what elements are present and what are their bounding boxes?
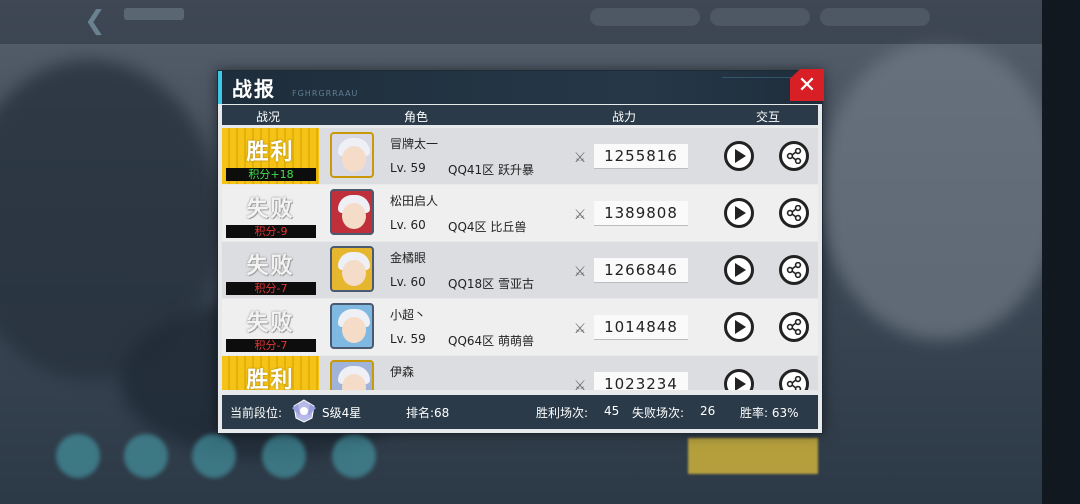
- player-level: Lv. 59: [390, 332, 426, 346]
- score-change: 积分+18: [226, 168, 316, 181]
- power-value: 1014848: [594, 315, 688, 340]
- score-change: 积分-7: [226, 339, 316, 352]
- col-interact: 交互: [756, 110, 781, 124]
- player-level: Lv. 59: [390, 161, 426, 175]
- power-value: 1266846: [594, 258, 688, 283]
- avatar[interactable]: [330, 132, 374, 178]
- avatar[interactable]: [330, 189, 374, 235]
- dialog-title: 战报: [232, 77, 276, 101]
- play-icon: [735, 320, 746, 334]
- rank-badge-icon: [292, 399, 316, 423]
- player-name: 小超丶: [390, 308, 427, 322]
- power-value: 1255816: [594, 144, 688, 169]
- title-decoration: FGHRGRRAAU: [292, 89, 359, 98]
- result-cell: 失败 积分-7: [222, 299, 319, 355]
- player-server: QQ4区 比丘兽: [448, 220, 527, 234]
- player-name: 伊森: [390, 365, 415, 379]
- crossed-swords-icon: ⚔: [573, 264, 587, 280]
- replay-button[interactable]: [724, 198, 754, 228]
- rank-value: S级4星: [322, 406, 362, 420]
- avatar[interactable]: [330, 303, 374, 349]
- share-button[interactable]: [779, 369, 809, 390]
- avatar[interactable]: [330, 360, 374, 390]
- share-button[interactable]: [779, 312, 809, 342]
- winrate: 胜率: 63%: [740, 406, 799, 420]
- result-text: 失败: [246, 311, 295, 336]
- replay-button[interactable]: [724, 312, 754, 342]
- crossed-swords-icon: ⚔: [573, 321, 587, 337]
- result-text: 失败: [246, 254, 295, 279]
- col-role: 角色: [404, 110, 429, 124]
- power-value: 1023234: [594, 372, 688, 390]
- column-header: 战况 角色 战力 交互: [222, 105, 818, 125]
- result-cell: 胜利: [222, 356, 319, 390]
- result-cell: 失败 积分-7: [222, 242, 319, 298]
- play-icon: [735, 149, 746, 163]
- score-change: 积分-9: [226, 225, 316, 238]
- result-cell: 胜利 积分+18: [222, 128, 319, 184]
- crossed-swords-icon: ⚔: [573, 378, 587, 390]
- losses-label: 失败场次:: [632, 406, 685, 420]
- battle-row: 胜利 伊森 ⚔ 1023234: [222, 356, 818, 390]
- wins-label: 胜利场次:: [536, 406, 589, 420]
- share-icon: [786, 205, 802, 221]
- battle-row: 胜利 积分+18 冒牌太一 Lv. 59 QQ41区 跃升暴 ⚔ 1255816: [222, 128, 818, 184]
- col-status: 战况: [256, 110, 281, 124]
- share-button[interactable]: [779, 198, 809, 228]
- battle-row: 失败 积分-7 小超丶 Lv. 59 QQ64区 萌萌兽 ⚔ 1014848: [222, 299, 818, 355]
- result-text: 胜利: [246, 140, 295, 165]
- crossed-swords-icon: ⚔: [573, 150, 587, 166]
- rank-label: 当前段位:: [230, 406, 283, 420]
- power-value: 1389808: [594, 201, 688, 226]
- share-button[interactable]: [779, 255, 809, 285]
- replay-button[interactable]: [724, 369, 754, 390]
- share-button[interactable]: [779, 141, 809, 171]
- battle-row: 失败 积分-9 松田启人 Lv. 60 QQ4区 比丘兽 ⚔ 1389808: [222, 185, 818, 241]
- col-power: 战力: [612, 110, 637, 124]
- battle-list[interactable]: 胜利 积分+18 冒牌太一 Lv. 59 QQ41区 跃升暴 ⚔ 1255816…: [222, 128, 818, 390]
- player-level: Lv. 60: [390, 275, 426, 289]
- position: 排名:68: [406, 406, 450, 420]
- result-cell: 失败 积分-9: [222, 185, 319, 241]
- battle-report-dialog: 战报 FGHRGRRAAU ✕ 战况 角色 战力 交互 胜利 积分+18 冒牌太…: [217, 69, 824, 434]
- play-icon: [735, 263, 746, 277]
- share-icon: [786, 262, 802, 278]
- share-icon: [786, 319, 802, 335]
- player-name: 金橘眼: [390, 251, 427, 265]
- losses-value: 26: [700, 404, 716, 418]
- crossed-swords-icon: ⚔: [573, 207, 587, 223]
- play-icon: [735, 206, 746, 220]
- stats-footer: 当前段位: S级4星 排名:68 胜利场次: 45 失败场次: 26 胜率: 6…: [222, 395, 818, 429]
- battle-row: 失败 积分-7 金橘眼 Lv. 60 QQ18区 雪亚古 ⚔ 1266846: [222, 242, 818, 298]
- player-name: 冒牌太一: [390, 137, 439, 151]
- player-level: Lv. 60: [390, 218, 426, 232]
- share-icon: [786, 376, 802, 390]
- replay-button[interactable]: [724, 255, 754, 285]
- avatar[interactable]: [330, 246, 374, 292]
- wins-value: 45: [604, 404, 620, 418]
- back-arrow-icon: ❮: [84, 6, 106, 36]
- result-text: 胜利: [246, 368, 295, 390]
- result-text: 失败: [246, 197, 295, 222]
- share-icon: [786, 148, 802, 164]
- play-icon: [735, 377, 746, 390]
- dialog-header: 战报 FGHRGRRAAU: [218, 71, 822, 104]
- score-change: 积分-7: [226, 282, 316, 295]
- close-icon: ✕: [797, 72, 817, 98]
- player-server: QQ41区 跃升暴: [448, 163, 534, 177]
- player-name: 松田启人: [390, 194, 439, 208]
- player-server: QQ64区 萌萌兽: [448, 334, 534, 348]
- player-server: QQ18区 雪亚古: [448, 277, 534, 291]
- replay-button[interactable]: [724, 141, 754, 171]
